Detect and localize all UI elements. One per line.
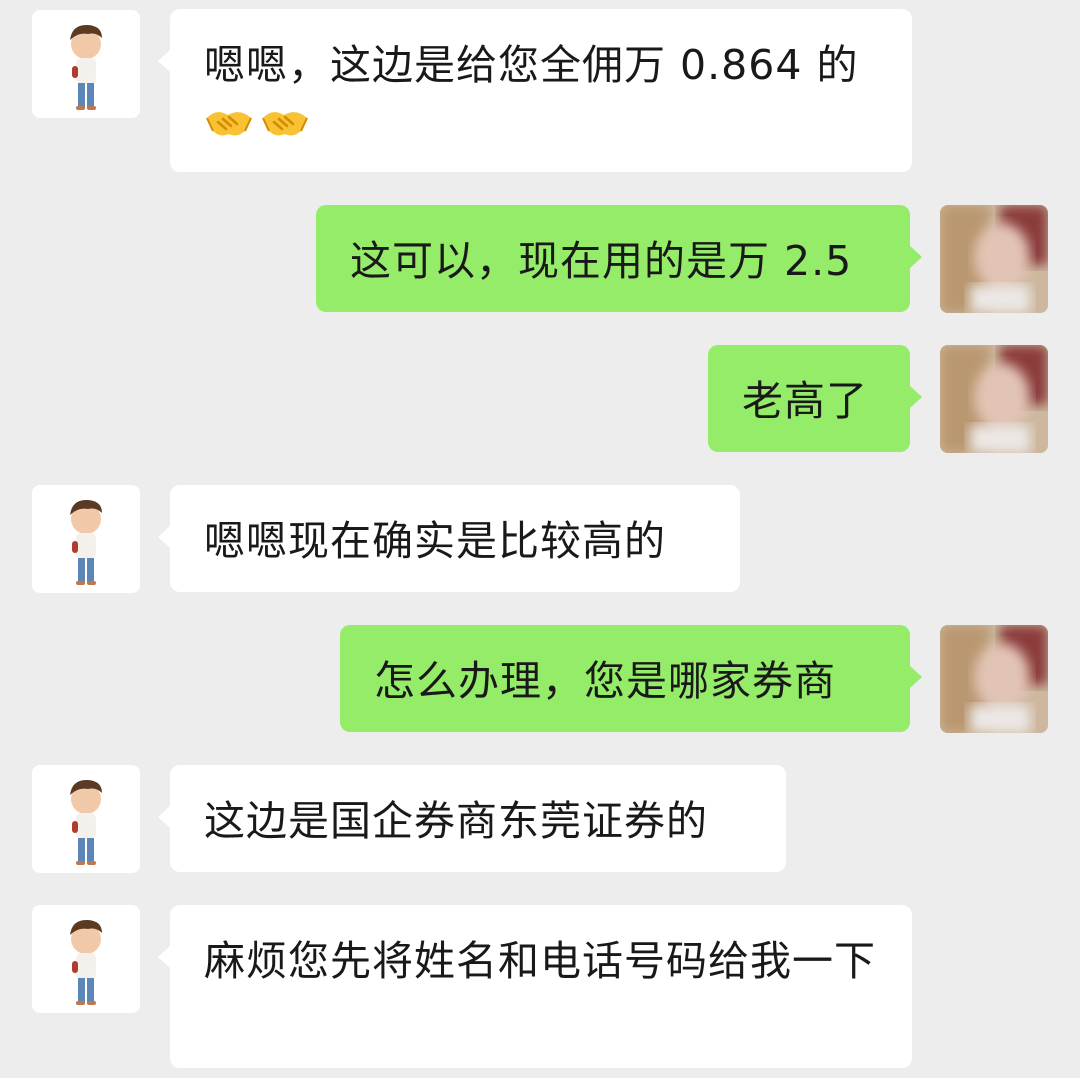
message-bubble-incoming[interactable]: 嗯嗯，这边是给您全佣万 0.864 的 xyxy=(158,9,912,172)
message-bubble-incoming[interactable]: 嗯嗯现在确实是比较高的 xyxy=(158,485,740,592)
message-text: 嗯嗯，这边是给您全佣万 0.864 的 xyxy=(204,41,859,89)
message-text: 怎么办理，您是哪家券商 xyxy=(374,657,836,705)
message-text: 这可以，现在用的是万 2.5 xyxy=(350,237,853,285)
chat-window: 嗯嗯，这边是给您全佣万 0.864 的 这可以，现在用的是万 2.5 老高了 嗯… xyxy=(0,0,1080,1078)
contact-avatar[interactable] xyxy=(32,10,140,118)
self-avatar[interactable] xyxy=(940,205,1048,313)
message-bubble-outgoing[interactable]: 怎么办理，您是哪家券商 xyxy=(340,625,922,732)
message-text: 麻烦您先将姓名和电话号码给我一下 xyxy=(204,937,876,985)
contact-avatar[interactable] xyxy=(32,765,140,873)
message-text: 这边是国企券商东莞证券的 xyxy=(204,797,708,845)
message-text: 嗯嗯现在确实是比较高的 xyxy=(204,517,666,565)
handshake-emoji-icon xyxy=(260,98,310,144)
message-bubble-incoming[interactable]: 这边是国企券商东莞证券的 xyxy=(158,765,786,872)
message-text: 老高了 xyxy=(742,377,868,425)
self-avatar[interactable] xyxy=(940,625,1048,733)
contact-avatar[interactable] xyxy=(32,905,140,1013)
message-bubble-outgoing[interactable]: 老高了 xyxy=(708,345,922,452)
message-bubble-incoming[interactable]: 麻烦您先将姓名和电话号码给我一下 xyxy=(158,905,912,1068)
contact-avatar[interactable] xyxy=(32,485,140,593)
self-avatar[interactable] xyxy=(940,345,1048,453)
handshake-emoji-icon xyxy=(204,98,254,144)
message-bubble-outgoing[interactable]: 这可以，现在用的是万 2.5 xyxy=(316,205,922,312)
